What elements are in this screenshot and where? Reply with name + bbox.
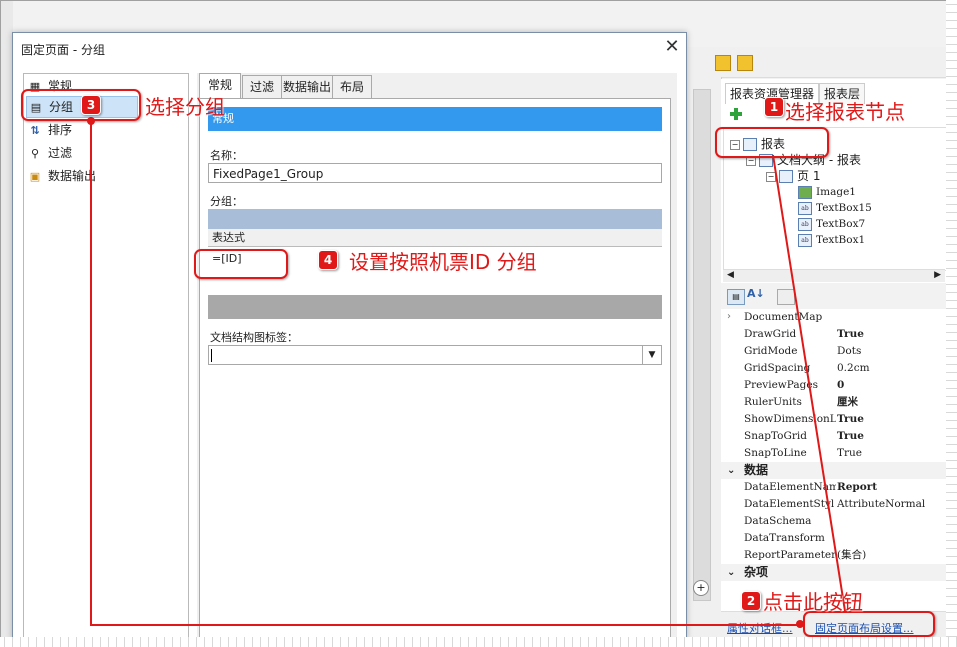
tab-layout[interactable]: 布局 <box>332 75 372 98</box>
arrange-icon[interactable] <box>737 55 753 71</box>
step-label: 点击此按钮 <box>763 590 863 614</box>
step-badge: 2 <box>741 591 761 611</box>
connector-dot <box>87 117 95 125</box>
text-cursor <box>211 349 212 362</box>
connector-dot <box>796 620 804 628</box>
group-grid-empty-area <box>208 295 662 319</box>
group-label: 分组： <box>210 195 243 208</box>
close-icon[interactable]: ✕ <box>663 36 681 57</box>
section-header: 常规 <box>208 107 662 131</box>
sort-icon: ⇅ <box>30 124 40 137</box>
name-label: 名称： <box>210 149 243 162</box>
name-input[interactable]: FixedPage1_Group <box>208 163 662 183</box>
nav-item-sort[interactable]: ⇅ 排序 <box>28 120 72 140</box>
background-designer-area: + <box>685 77 722 638</box>
scroll-left-icon[interactable]: ◀ <box>727 270 734 280</box>
scroll-right-icon[interactable]: ▶ <box>934 270 941 280</box>
tab-filter[interactable]: 过滤 <box>242 75 282 98</box>
docmap-combo[interactable]: ▼ <box>208 345 662 365</box>
zoom-in-icon[interactable]: + <box>693 580 709 596</box>
step-badge: 1 <box>764 97 784 117</box>
fixed-page-group-dialog: 固定页面 - 分组 ✕ ▦ 常规 ▤ 分组 ⇅ 排序 ⚲ 过滤 ▣ 数据输出 常规 过滤 … <box>12 32 687 638</box>
categorized-icon[interactable]: ▤ <box>727 289 745 305</box>
step-label: 设置按照机票ID 分组 <box>349 250 537 274</box>
chevron-down-icon[interactable]: ⌄ <box>727 564 735 581</box>
filter-icon: ⚲ <box>30 147 40 160</box>
connector-line <box>90 117 92 625</box>
dialog-content: 常规 过滤 数据输出 布局 常规 名称： FixedPage1_Group 分组… <box>197 73 677 638</box>
data-output-icon: ▣ <box>29 170 41 183</box>
step-badge: 4 <box>318 250 338 270</box>
docmap-label: 文档结构图标签： <box>210 331 298 344</box>
add-icon[interactable] <box>729 107 743 121</box>
expression-column-header: 表达式 <box>208 229 662 247</box>
nav-item-data-output[interactable]: ▣ 数据输出 <box>28 166 96 186</box>
step-label: 选择报表节点 <box>785 100 905 124</box>
chevron-down-icon[interactable]: ▼ <box>642 346 661 364</box>
torn-edge-bottom <box>0 637 957 647</box>
layer-icon[interactable] <box>715 55 731 71</box>
property-dialog-link[interactable]: 属性对话框... <box>727 620 793 636</box>
vertical-scrollbar[interactable] <box>693 89 711 601</box>
highlight-expression <box>194 249 288 279</box>
group-grid-header-bar <box>208 209 662 229</box>
step-label: 选择分组 <box>145 95 225 119</box>
connector-diagonal <box>772 154 846 612</box>
chevron-down-icon[interactable]: ⌄ <box>727 462 735 479</box>
nav-item-filter[interactable]: ⚲ 过滤 <box>28 143 72 163</box>
app-window: + 报表资源管理器 报表层 − 报表 − 文档大纲 - 报表 − 页 1 Image1… <box>0 0 948 639</box>
dialog-title: 固定页面 - 分组 <box>21 43 105 57</box>
tab-panel-general: 常规 名称： FixedPage1_Group 分组： 表达式 =[ID] 文档… <box>199 98 671 638</box>
torn-edge-right <box>946 0 957 647</box>
step-badge: 3 <box>81 95 101 115</box>
dialog-nav: ▦ 常规 ▤ 分组 ⇅ 排序 ⚲ 过滤 ▣ 数据输出 <box>23 73 189 638</box>
tab-data-output[interactable]: 数据输出 <box>281 75 333 98</box>
background-toolbar <box>685 47 947 78</box>
connector-line <box>90 624 804 626</box>
